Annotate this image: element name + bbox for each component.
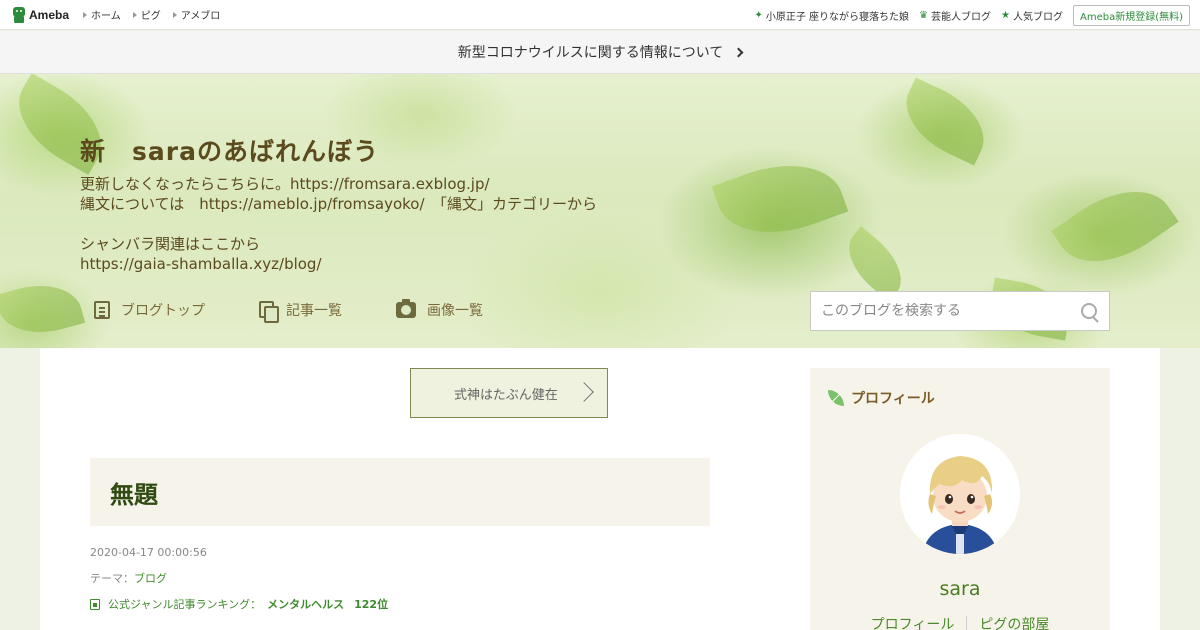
popular-blog-label: 人気ブログ bbox=[1012, 11, 1063, 23]
chevron-right-icon bbox=[574, 382, 594, 402]
link-divider bbox=[966, 616, 968, 630]
leaf-decoration bbox=[711, 145, 849, 253]
leaf-decoration bbox=[0, 274, 86, 344]
entry-title[interactable]: 無題 bbox=[110, 475, 158, 510]
ranking-genre: メンタルヘルス bbox=[267, 598, 345, 611]
nav-home-link[interactable]: ホーム bbox=[83, 7, 121, 22]
previous-article-title: 式神はたぶん健在 bbox=[454, 387, 558, 403]
profile-heading: プロフィール bbox=[828, 388, 935, 408]
chevron-right-icon bbox=[733, 47, 744, 57]
blog-search-input[interactable] bbox=[811, 303, 1071, 319]
ranking-label: 公式ジャンル記事ランキング： bbox=[108, 598, 262, 611]
trending-topic-label: 小原正子 座りながら寝落ちた娘 bbox=[765, 11, 910, 23]
profile-heading-label: プロフィール bbox=[851, 391, 935, 407]
star-icon: ★ bbox=[1001, 9, 1010, 21]
description-line: 更新しなくなったらこちらに。https://fromsara.exblog.jp… bbox=[80, 175, 490, 193]
pigg-room-link[interactable]: ピグの部屋 bbox=[979, 614, 1049, 630]
register-button[interactable]: Ameba新規登録(無料) bbox=[1072, 4, 1190, 26]
ameba-logo-text: Ameba bbox=[29, 7, 70, 22]
covid-info-text: 新型コロナウイルスに関する情報について bbox=[457, 45, 724, 61]
article-list-link[interactable]: 記事一覧 bbox=[259, 300, 342, 323]
leaf-decoration bbox=[1051, 168, 1179, 285]
profile-panel: プロフィール sara プロフィール ピグの部屋 bbox=[810, 368, 1110, 630]
caret-right-icon bbox=[132, 11, 137, 18]
entry-theme-link[interactable]: ブログ bbox=[134, 572, 167, 585]
crown-icon: ♛ bbox=[919, 9, 929, 21]
nav-pigg-label: ピグ bbox=[140, 11, 161, 22]
avatar-illustration bbox=[900, 434, 1020, 554]
camera-icon bbox=[396, 299, 416, 318]
celebrity-blog-link[interactable]: ♛ 芸能人ブログ bbox=[919, 8, 991, 23]
description-line: https://gaia-shamballa.xyz/blog/ bbox=[80, 255, 322, 273]
profile-links: プロフィール ピグの部屋 bbox=[810, 614, 1110, 630]
image-list-label: 画像一覧 bbox=[427, 303, 483, 319]
caret-right-icon bbox=[83, 11, 88, 18]
nav-pigg-link[interactable]: ピグ bbox=[132, 7, 161, 22]
previous-article-button[interactable]: 式神はたぶん健在 bbox=[410, 368, 608, 418]
entry-theme: テーマ：ブログ bbox=[90, 570, 167, 586]
entry-title-box: 無題 bbox=[90, 458, 710, 526]
blog-search bbox=[810, 291, 1110, 331]
copy-icon bbox=[259, 301, 279, 323]
trending-topic-link[interactable]: ✦ 小原正子 座りながら寝落ちた娘 bbox=[754, 8, 909, 23]
description-line: 縄文については https://ameblo.jp/fromsayoko/ 「縄… bbox=[80, 195, 598, 213]
description-line: シャンバラ関連はここから bbox=[80, 235, 261, 253]
main-content: 式神はたぶん健在 無題 2020-04-17 00:00:56 テーマ：ブログ … bbox=[40, 348, 1160, 630]
nav-ameblo-link[interactable]: アメブロ bbox=[172, 7, 221, 22]
nav-home-label: ホーム bbox=[91, 11, 121, 22]
blog-top-label: ブログトップ bbox=[121, 303, 205, 319]
profile-name[interactable]: sara bbox=[810, 578, 1110, 600]
ranking-icon bbox=[90, 598, 100, 610]
blog-top-link[interactable]: ブログトップ bbox=[94, 300, 205, 320]
global-header: Ameba ホーム ピグ アメブロ ✦ 小原正子 座りながら寝落ちた娘 ♛ 芸能人ブ… bbox=[0, 0, 1200, 30]
avatar[interactable] bbox=[900, 434, 1020, 554]
image-list-link[interactable]: 画像一覧 bbox=[396, 299, 483, 320]
celebrity-blog-label: 芸能人ブログ bbox=[931, 11, 992, 23]
ameba-logo[interactable]: Ameba bbox=[12, 6, 70, 23]
entry-date: 2020-04-17 00:00:56 bbox=[90, 546, 207, 559]
document-icon bbox=[94, 301, 110, 319]
entry-ranking[interactable]: 公式ジャンル記事ランキング： メンタルヘルス 122位 bbox=[90, 596, 388, 612]
entry-theme-label: テーマ： bbox=[90, 572, 134, 585]
blog-nav: ブログトップ 記事一覧 画像一覧 bbox=[94, 299, 537, 323]
leaf-icon bbox=[828, 390, 844, 406]
description-line bbox=[80, 214, 597, 234]
covid-info-banner[interactable]: 新型コロナウイルスに関する情報について bbox=[0, 31, 1200, 74]
popular-blog-link[interactable]: ★ 人気ブログ bbox=[1001, 8, 1063, 23]
sparkle-icon: ✦ bbox=[754, 9, 763, 21]
caret-right-icon bbox=[172, 11, 177, 18]
article-list-label: 記事一覧 bbox=[286, 303, 342, 319]
blog-header: 新 saraのあばれんぼう 更新しなくなったらこちらに。https://from… bbox=[0, 74, 1200, 348]
nav-ameblo-label: アメブロ bbox=[180, 11, 221, 22]
leaf-decoration bbox=[892, 77, 998, 166]
ameba-logo-icon bbox=[12, 6, 26, 23]
profile-link[interactable]: プロフィール bbox=[871, 614, 955, 630]
ranking-value: 122位 bbox=[354, 598, 389, 611]
blog-description: 更新しなくなったらこちらに。https://fromsara.exblog.jp… bbox=[80, 174, 597, 274]
search-icon[interactable] bbox=[1081, 303, 1099, 321]
blog-title[interactable]: 新 saraのあばれんぼう bbox=[80, 132, 379, 168]
